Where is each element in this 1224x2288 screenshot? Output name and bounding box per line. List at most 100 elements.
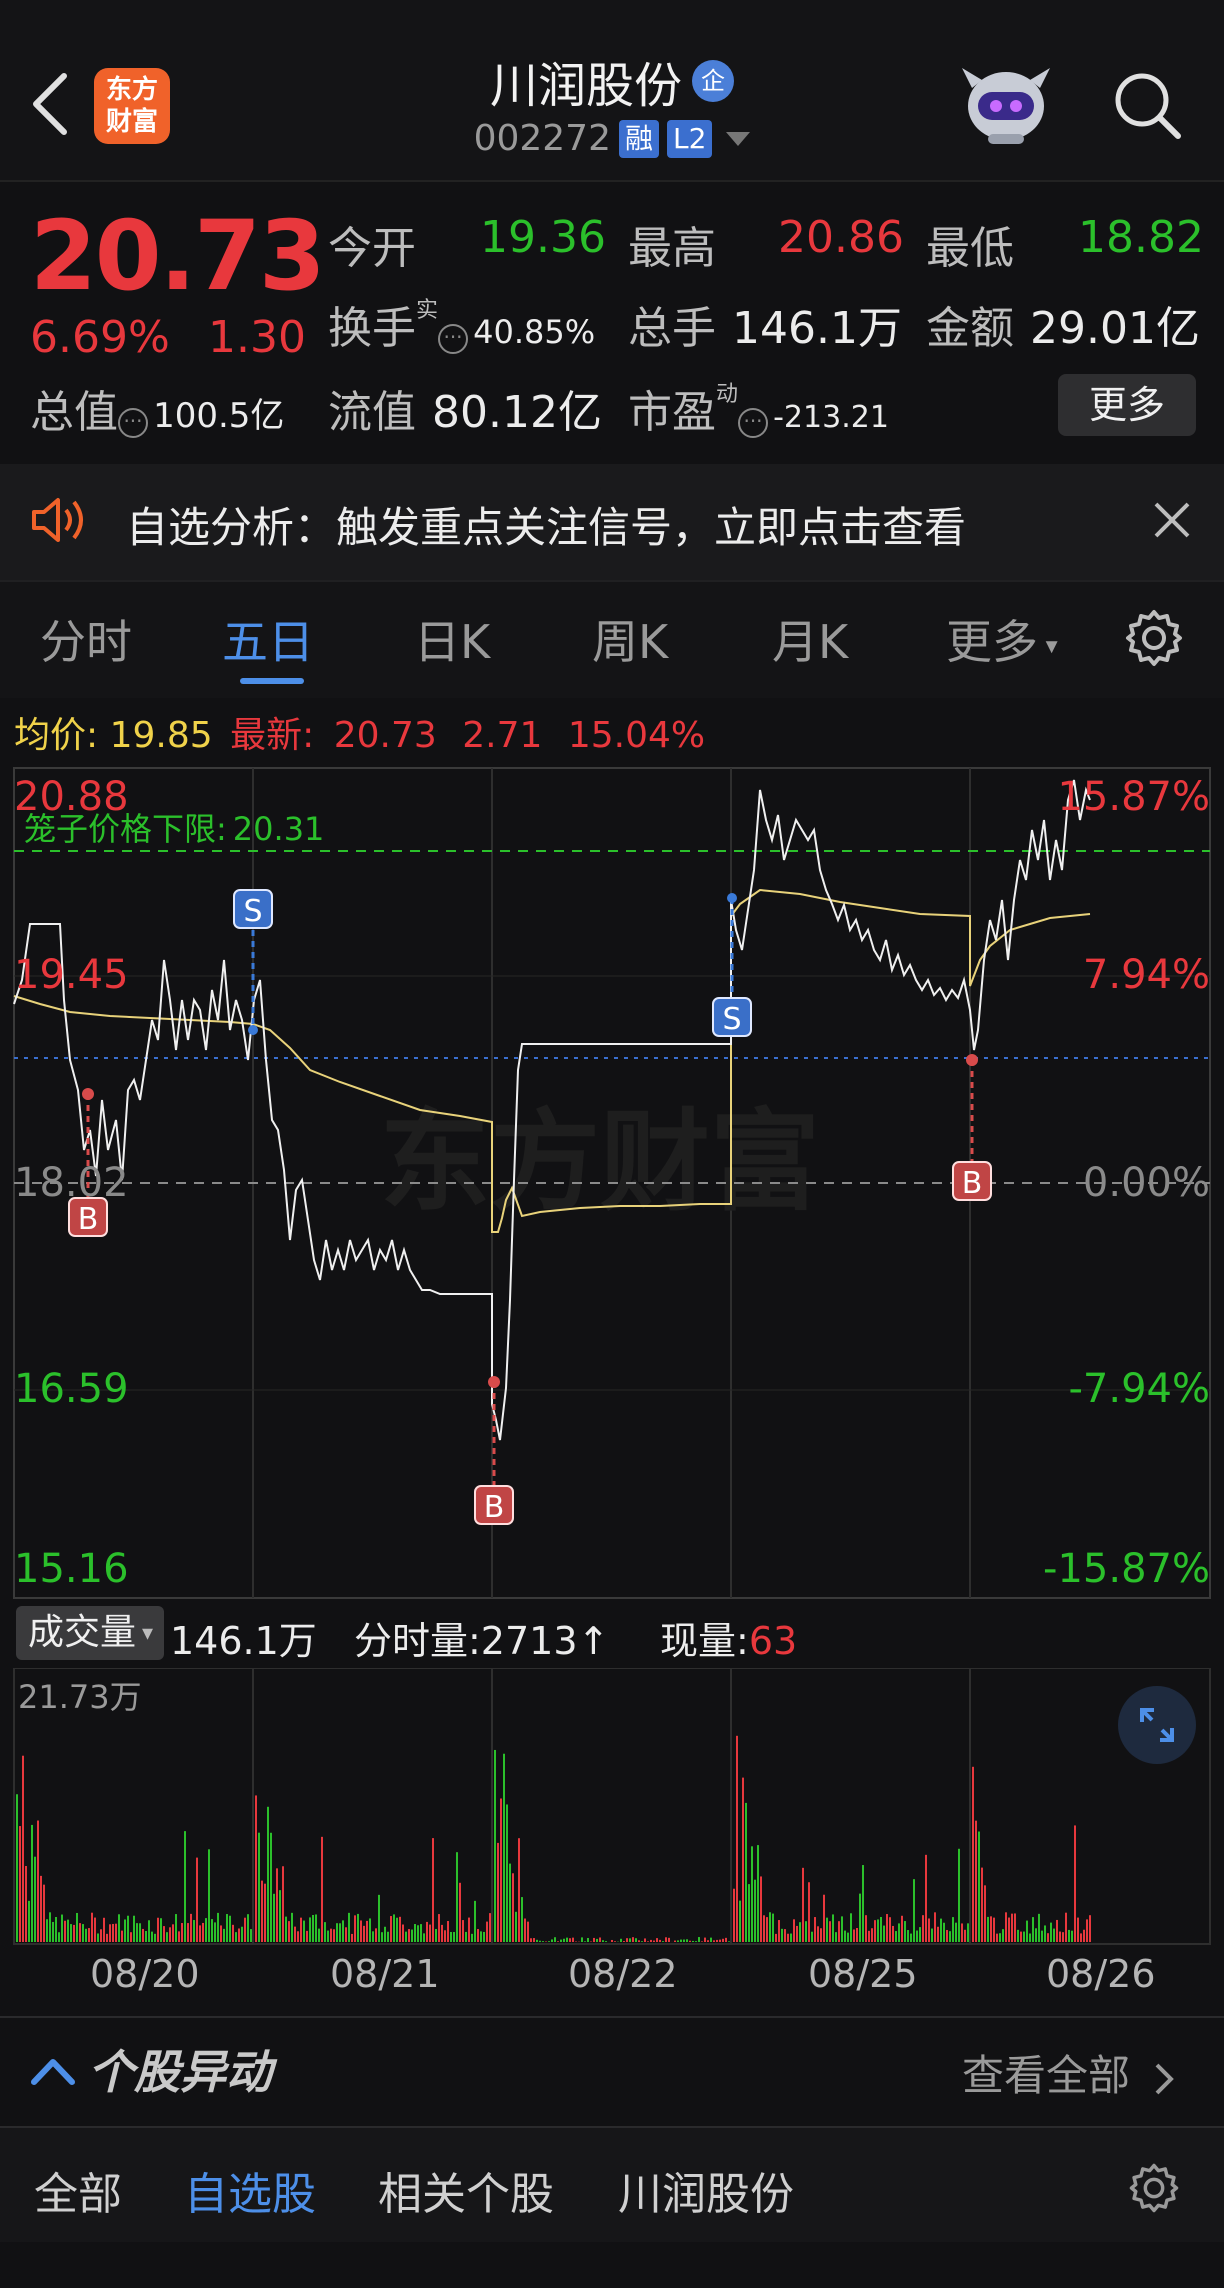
tab-five-day[interactable]: 五日 (222, 606, 314, 672)
volume-bar (984, 1885, 986, 1942)
volume-bar (799, 1922, 801, 1942)
gear-icon[interactable] (1128, 2162, 1180, 2214)
filter-tab-watchlist[interactable]: 自选股 (184, 2158, 316, 2222)
volume-bar (384, 1926, 386, 1942)
volume-bar (805, 1921, 807, 1942)
robot-assistant-icon[interactable] (958, 58, 1054, 148)
volume-bar (518, 1838, 520, 1942)
volume-bar (112, 1923, 114, 1942)
volume-bar (581, 1937, 583, 1942)
tab-daily-k[interactable]: 日K (414, 606, 490, 672)
tab-more[interactable]: 更多 ▾ (946, 606, 1058, 672)
gear-icon[interactable] (1124, 608, 1184, 668)
volume-bar (318, 1928, 320, 1942)
volume-bar (733, 1888, 735, 1942)
volume-bar (668, 1937, 670, 1942)
volume-bar (223, 1928, 225, 1942)
volume-bar (297, 1931, 299, 1942)
tab-intraday[interactable]: 分时 (40, 606, 132, 672)
volume-bar (67, 1919, 69, 1942)
volume-bar (665, 1937, 667, 1942)
more-info-icon[interactable]: ··· (738, 407, 769, 438)
volume-bar (716, 1939, 718, 1942)
volume-bar (787, 1933, 789, 1942)
volume-bar (656, 1938, 658, 1942)
stock-name: 川润股份 (489, 58, 682, 114)
volume-bar (536, 1939, 538, 1942)
more-button[interactable]: 更多 (1058, 374, 1196, 436)
volume-bar (396, 1917, 398, 1942)
volume-bar (539, 1940, 541, 1942)
current-volume: 现量:63 (660, 1619, 798, 1663)
volume-bar (43, 1884, 45, 1942)
chevron-up-icon[interactable] (30, 2056, 76, 2086)
volume-bar (381, 1932, 383, 1942)
volume-bar (55, 1916, 57, 1942)
axis-right-min: -15.87% (1043, 1546, 1210, 1592)
date-label: 08/25 (808, 1952, 918, 1996)
svg-text:S: S (243, 894, 262, 929)
volume-bar (1083, 1929, 1085, 1942)
volume-bar (781, 1928, 783, 1942)
volume-bar (211, 1919, 213, 1942)
tab-weekly-k[interactable]: 周K (592, 606, 668, 672)
volume-bar (142, 1928, 144, 1942)
volume-bar (719, 1939, 721, 1942)
volume-bar (91, 1912, 93, 1942)
search-icon[interactable] (1112, 70, 1182, 140)
volume-bar (309, 1917, 311, 1942)
volume-indicator-select[interactable]: 成交量 ▾ (16, 1606, 164, 1660)
notice-text[interactable]: 自选分析：触发重点关注信号，立即点击查看 (126, 494, 966, 555)
volume-bar (987, 1916, 989, 1942)
volume-bar (130, 1932, 132, 1942)
volume-bar (264, 1883, 266, 1942)
change-amount: 1.30 (208, 312, 306, 363)
volume-bar (235, 1932, 237, 1942)
volume-bar (468, 1917, 470, 1942)
volume-bar (348, 1912, 350, 1942)
volume-bar (46, 1919, 48, 1942)
volume-bar (282, 1866, 284, 1942)
view-all-link[interactable]: 查看全部 (962, 2042, 1175, 2103)
volume-bar (330, 1928, 332, 1942)
volume-bar (707, 1940, 709, 1942)
chevron-down-icon[interactable] (726, 131, 751, 146)
volume-bar (315, 1914, 317, 1942)
svg-text:B: B (484, 1490, 505, 1525)
volume-bar (1023, 1931, 1025, 1942)
volume-bar (58, 1932, 60, 1942)
close-icon[interactable] (1152, 500, 1192, 540)
volume-bar (19, 1826, 21, 1942)
volume-bar (940, 1918, 942, 1942)
expand-icon[interactable] (1118, 1686, 1196, 1764)
volume-bar (874, 1920, 876, 1942)
volume-bar (859, 1893, 861, 1942)
volume-bar (387, 1931, 389, 1942)
volume-bar (294, 1926, 296, 1942)
volume-bar (1062, 1932, 1064, 1942)
volume-bar (635, 1938, 637, 1942)
more-info-icon[interactable]: ··· (438, 323, 469, 354)
volume-bar (990, 1916, 992, 1942)
filter-tab-related[interactable]: 相关个股 (378, 2158, 554, 2222)
volume-bar (486, 1921, 488, 1942)
volume-bar (324, 1922, 326, 1942)
more-info-icon[interactable]: ··· (118, 407, 148, 438)
tab-monthly-k[interactable]: 月K (772, 606, 848, 672)
date-label: 08/21 (330, 1952, 440, 1996)
volume-bar (423, 1933, 425, 1942)
volume-bar (584, 1941, 586, 1942)
volume-bar (847, 1932, 849, 1942)
volume-bar (193, 1920, 195, 1942)
volume-bar (31, 1824, 33, 1942)
price-chart[interactable]: 东方财富 S B B S B (0, 760, 1224, 1600)
volume-bar (713, 1940, 715, 1942)
volume-bar (509, 1863, 511, 1942)
volume-bar (1032, 1917, 1034, 1942)
filter-tab-all[interactable]: 全部 (34, 2158, 122, 2222)
volume-bar (1035, 1928, 1037, 1942)
volume-value: 146.1万 (732, 303, 902, 354)
volume-bar (1026, 1920, 1028, 1942)
filter-tab-stock[interactable]: 川润股份 (618, 2158, 794, 2222)
volume-bar (378, 1894, 380, 1942)
